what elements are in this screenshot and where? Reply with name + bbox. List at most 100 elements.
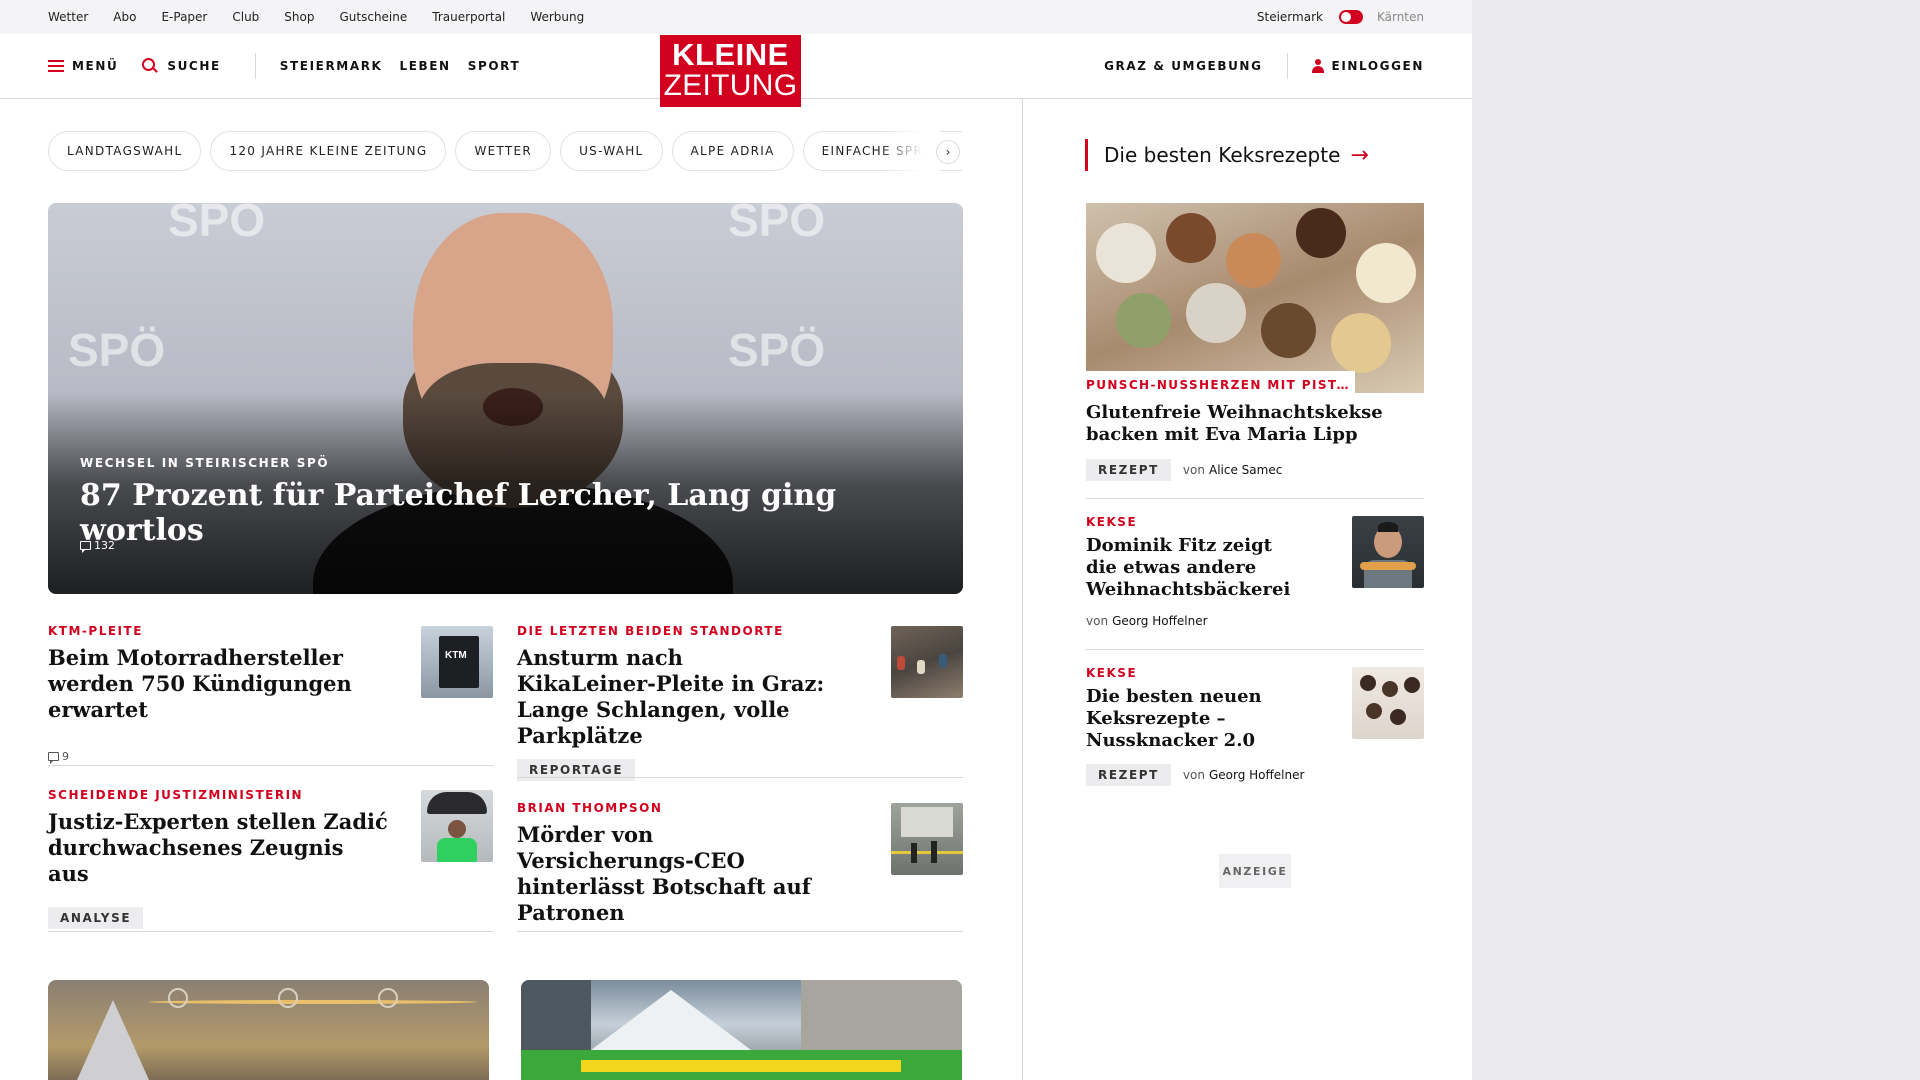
recipe-thumbnail[interactable] <box>1352 516 1424 588</box>
hero-backdrop-text: SPÖ <box>68 324 166 376</box>
tag-alpe-adria[interactable]: ALPE ADRIA <box>671 131 794 171</box>
teaser-image[interactable] <box>48 980 489 1080</box>
util-link-gutscheine[interactable]: Gutscheine <box>339 10 407 24</box>
menu-label: MENÜ <box>72 59 119 73</box>
hero-comments: 132 <box>94 539 115 552</box>
header-separator <box>254 53 256 79</box>
story-kicker: DIE LETZTEN BEIDEN STANDORTE <box>517 624 784 638</box>
story-thumbnail[interactable] <box>891 803 963 875</box>
story-divider <box>48 765 493 766</box>
nav-graz-umgebung[interactable]: GRAZ & UMGEBUNG <box>1104 59 1262 73</box>
story-card[interactable]: SCHEIDENDE JUSTIZMINISTERIN Justiz-Exper… <box>48 788 388 929</box>
util-link-club[interactable]: Club <box>232 10 259 24</box>
recipe-author[interactable]: Georg Hoffelner <box>1209 768 1304 782</box>
logo-line-2: ZEITUNG <box>663 69 798 102</box>
util-link-abo[interactable]: Abo <box>113 10 136 24</box>
recipe-author[interactable]: Alice Samec <box>1209 463 1282 477</box>
recipe-card[interactable]: KEKSE Die besten neuen Keksrezepte – Nus… <box>1086 666 1304 786</box>
topic-tags: LANDTAGSWAHL 120 JAHRE KLEINE ZEITUNG WE… <box>48 131 962 171</box>
recipe-by: von <box>1086 614 1109 628</box>
main-header: MENÜ SUCHE STEIERMARK LEBEN SPORT KLEINE… <box>0 34 1472 107</box>
recipes-feature-image[interactable] <box>1086 203 1424 393</box>
toggle-knob <box>1340 12 1351 22</box>
search-button[interactable]: SUCHE <box>142 58 220 74</box>
recipe-title[interactable]: Dominik Fitz zeigt die etwas andere Weih… <box>1086 535 1290 601</box>
hero-comment-count[interactable]: 132 <box>80 539 115 553</box>
login-button[interactable]: EINLOGGEN <box>1311 59 1424 73</box>
recipe-thumbnail[interactable] <box>1352 667 1424 739</box>
util-link-wetter[interactable]: Wetter <box>48 10 88 24</box>
header-right: GRAZ & UMGEBUNG EINLOGGEN <box>1104 34 1424 98</box>
story-thumb-text: KTM <box>445 650 467 661</box>
comment-icon <box>48 752 59 764</box>
tag-us-wahl[interactable]: US-WAHL <box>560 131 663 171</box>
page: Wetter Abo E-Paper Club Shop Gutscheine … <box>0 0 1472 1080</box>
story-thumbnail[interactable] <box>421 790 493 862</box>
story-card[interactable]: BRIAN THOMPSON Mörder von Versicherungs-… <box>517 801 827 926</box>
story-thumbnail[interactable]: KTM <box>421 626 493 698</box>
hero-backdrop-text: SPÖ <box>728 324 826 376</box>
kleine-zeitung-logo[interactable]: KLEINE ZEITUNG <box>660 35 801 107</box>
story-card[interactable]: DIE LETZTEN BEIDEN STANDORTE Ansturm nac… <box>517 624 827 781</box>
hamburger-icon <box>48 60 64 72</box>
chevron-right-icon: › <box>945 145 951 159</box>
hero-backdrop-text: SPÖ <box>168 203 266 246</box>
story-kicker: BRIAN THOMPSON <box>517 801 663 815</box>
nav-leben[interactable]: LEBEN <box>399 59 450 73</box>
tag-120-jahre[interactable]: 120 JAHRE KLEINE ZEITUNG <box>210 131 447 171</box>
util-link-shop[interactable]: Shop <box>284 10 314 24</box>
nav-sport[interactable]: SPORT <box>468 59 521 73</box>
story-thumbnail[interactable] <box>891 626 963 698</box>
story-title[interactable]: Justiz-Experten stellen Zadić durchwachs… <box>48 809 388 887</box>
recipe-feature-card[interactable]: Glutenfreie Weihnachtskekse backen mit E… <box>1086 402 1424 481</box>
hero-kicker: WECHSEL IN STEIRISCHER SPÖ <box>80 456 330 470</box>
region-kaernten[interactable]: Kärnten <box>1377 10 1424 24</box>
login-label: EINLOGGEN <box>1331 59 1424 73</box>
region-switch: Steiermark Kärnten <box>1257 0 1424 34</box>
header-separator-right <box>1286 53 1288 79</box>
utility-bar: Wetter Abo E-Paper Club Shop Gutscheine … <box>0 0 1472 34</box>
search-label: SUCHE <box>167 59 221 73</box>
recipe-by: von <box>1182 463 1205 477</box>
search-icon <box>142 58 159 74</box>
story-divider <box>48 931 493 932</box>
tags-next-button[interactable]: › <box>936 140 960 164</box>
util-link-werbung[interactable]: Werbung <box>530 10 584 24</box>
recipes-heading-text: Die besten Keksrezepte <box>1104 143 1341 167</box>
story-badge: ANALYSE <box>48 907 144 929</box>
story-title[interactable]: Mörder von Versicherungs-CEO hinterlässt… <box>517 822 827 926</box>
recipes-feature-label: PUNSCH-NUSSHERZEN MIT PISTAZIEN <box>1086 371 1355 399</box>
story-title[interactable]: Ansturm nach KikaLeiner-Pleite in Graz: … <box>517 645 827 749</box>
advertisement-label: ANZEIGE <box>1219 854 1291 888</box>
util-link-trauerportal[interactable]: Trauerportal <box>432 10 505 24</box>
story-title[interactable]: Beim Motorradhersteller werden 750 Kündi… <box>48 645 388 723</box>
menu-button[interactable]: MENÜ <box>48 59 118 73</box>
recipe-author[interactable]: Georg Hoffelner <box>1112 614 1207 628</box>
logo-line-1: KLEINE <box>672 37 789 72</box>
column-divider <box>1022 99 1023 1080</box>
story-divider <box>517 777 963 778</box>
arrow-right-icon: → <box>1350 142 1369 168</box>
hero-title[interactable]: 87 Prozent für Parteichef Lercher, Lang … <box>80 478 963 548</box>
tag-wetter[interactable]: WETTER <box>455 131 552 171</box>
util-link-epaper[interactable]: E-Paper <box>161 10 207 24</box>
recipe-divider <box>1086 498 1424 499</box>
recipe-card[interactable]: KEKSE Dominik Fitz zeigt die etwas ander… <box>1086 515 1290 628</box>
nav-steiermark[interactable]: STEIERMARK <box>280 59 383 73</box>
story-comment-count[interactable]: 9 <box>48 750 388 764</box>
recipe-badge: REZEPT <box>1086 459 1171 481</box>
region-steiermark[interactable]: Steiermark <box>1257 10 1323 24</box>
utility-links: Wetter Abo E-Paper Club Shop Gutscheine … <box>48 0 609 34</box>
teaser-image[interactable] <box>521 980 962 1080</box>
hero-backdrop-text: SPÖ <box>728 203 826 246</box>
story-card[interactable]: KTM-PLEITE Beim Motorradhersteller werde… <box>48 624 388 764</box>
header-left: MENÜ SUCHE STEIERMARK LEBEN SPORT <box>48 34 537 98</box>
region-toggle[interactable] <box>1338 10 1363 24</box>
recipe-title[interactable]: Die besten neuen Keksrezepte – Nussknack… <box>1086 686 1286 752</box>
story-divider <box>517 931 963 932</box>
hero-article[interactable]: SPÖ SPÖ SPÖ SPÖ WECHSEL IN STEIRISCHER S… <box>48 203 963 594</box>
recipe-title[interactable]: Glutenfreie Weihnachtskekse backen mit E… <box>1086 402 1424 446</box>
recipes-heading[interactable]: Die besten Keksrezepte → <box>1085 139 1369 171</box>
tag-landtagswahl[interactable]: LANDTAGSWAHL <box>48 131 202 171</box>
recipe-kicker: KEKSE <box>1086 666 1138 680</box>
